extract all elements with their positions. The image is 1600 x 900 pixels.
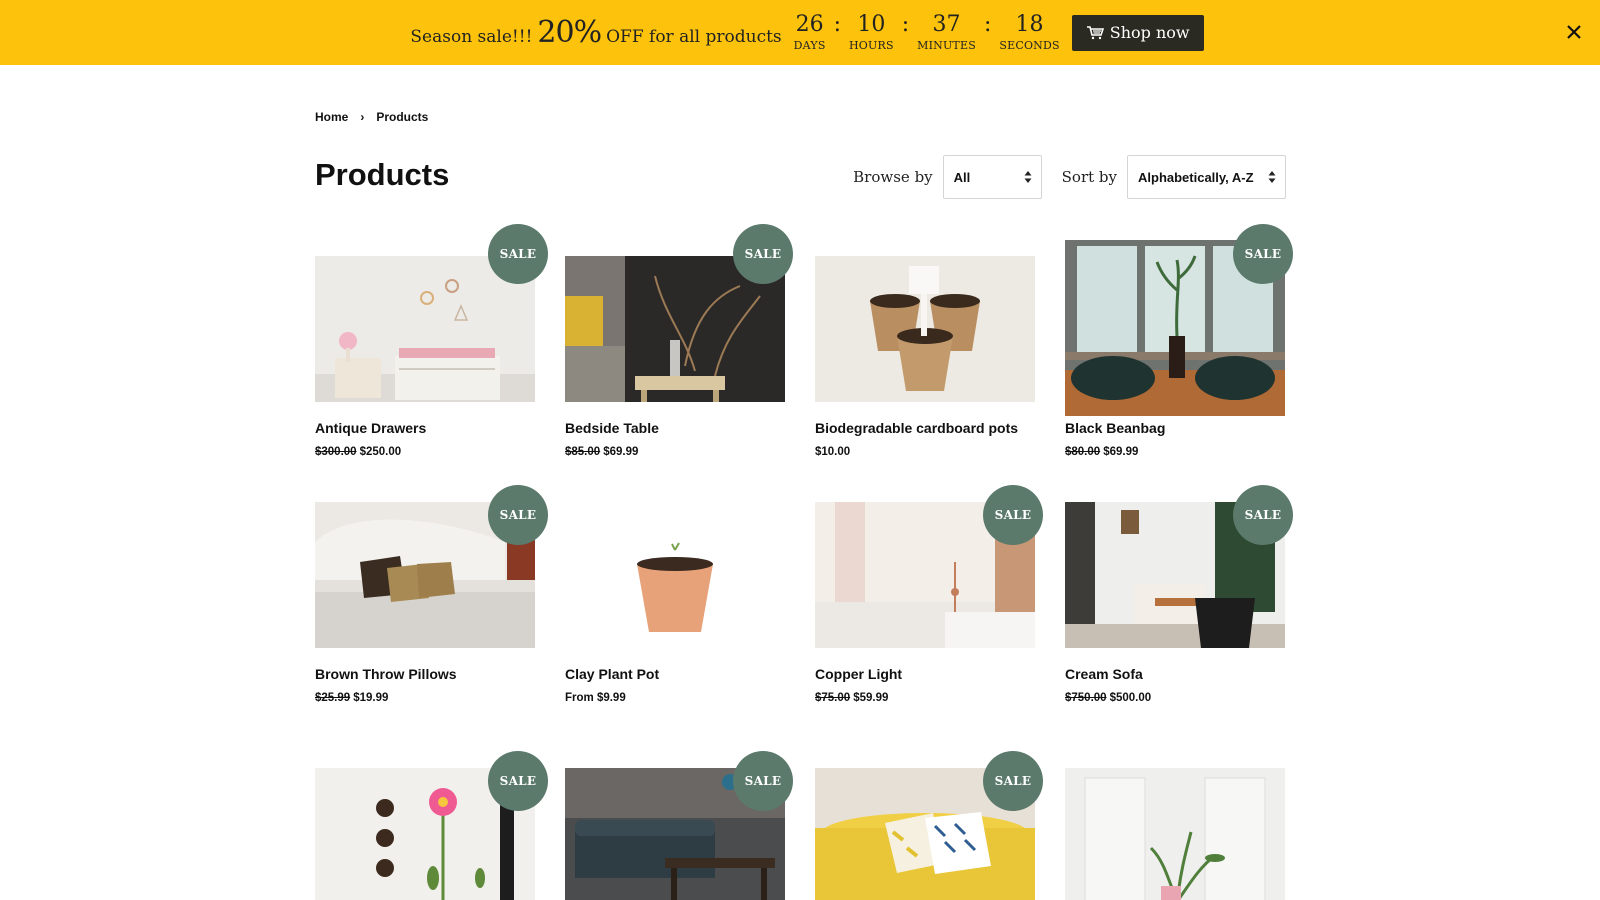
countdown-minutes: 37 MINUTES: [917, 11, 976, 53]
compare-at-price: $25.99: [315, 692, 351, 704]
product-card[interactable]: SALE: [315, 751, 548, 900]
breadcrumb-home-link[interactable]: Home: [315, 110, 348, 124]
sale-price: $500.00: [1109, 692, 1152, 704]
sale-badge: SALE: [983, 485, 1043, 545]
sale-price: $59.99: [853, 692, 889, 704]
sale-price: $69.99: [603, 446, 639, 458]
sale-price: $19.99: [353, 692, 389, 704]
countdown-hours-value: 10: [857, 11, 886, 37]
announcement-content: Season sale!!! 20% OFF for all products …: [396, 0, 1204, 65]
product-title[interactable]: Cream Sofa: [1065, 666, 1143, 682]
cart-icon: [1086, 25, 1104, 39]
product-card[interactable]: SALE Antique Drawers $300.00 $250.00: [315, 224, 548, 470]
product-card[interactable]: Clay Plant Pot From $9.99: [565, 496, 785, 736]
compare-at-price: $80.00: [1065, 446, 1101, 458]
countdown-separator: :: [833, 11, 841, 37]
product-card[interactable]: SALE Brown Throw Pillows $25.99 $19.99: [315, 485, 548, 736]
page-title: Products: [315, 157, 450, 192]
product-title[interactable]: Brown Throw Pillows: [315, 666, 457, 682]
countdown-seconds-label: SECONDS: [999, 38, 1060, 52]
sale-badge: SALE: [733, 751, 793, 811]
product-card[interactable]: SALE Black Beanbag $80.00 $69.99: [1065, 224, 1293, 470]
product-image[interactable]: [815, 256, 1035, 402]
sale-price: $69.99: [1103, 446, 1139, 458]
sale-badge: SALE: [1233, 485, 1293, 545]
sale-badge: SALE: [488, 751, 548, 811]
countdown-minutes-value: 37: [932, 11, 961, 37]
announcement-bar: Season sale!!! 20% OFF for all products …: [0, 0, 1600, 65]
product-title[interactable]: Antique Drawers: [315, 420, 426, 436]
sale-badge: SALE: [488, 485, 548, 545]
product-price: $85.00 $69.99: [565, 446, 638, 458]
product-card[interactable]: Biodegradable cardboard pots $10.00: [815, 230, 1035, 470]
product-title[interactable]: Bedside Table: [565, 420, 659, 436]
sort-by-select[interactable]: Alphabetically, A-Z: [1127, 155, 1286, 199]
product-title[interactable]: Biodegradable cardboard pots: [815, 420, 1018, 436]
countdown-hours: 10 HOURS: [849, 11, 894, 53]
product-title[interactable]: Black Beanbag: [1065, 420, 1165, 436]
sale-badge: SALE: [983, 751, 1043, 811]
product-price: $75.00 $59.99: [815, 692, 888, 704]
product-card[interactable]: [1065, 762, 1285, 900]
countdown-days: 26 DAYS: [793, 11, 826, 53]
countdown-separator: :: [901, 11, 910, 37]
browse-by-label: Browse by: [853, 168, 933, 186]
browse-by-select[interactable]: All: [942, 155, 1042, 199]
product-card[interactable]: SALE Cream Sofa $750.00 $500.00: [1065, 485, 1293, 736]
product-card[interactable]: SALE: [815, 751, 1043, 900]
promo-percent: 20%: [537, 15, 602, 50]
product-image[interactable]: [1065, 768, 1285, 900]
select-arrows-icon: [1024, 171, 1032, 183]
product-image[interactable]: [565, 502, 785, 648]
product-card[interactable]: SALE Bedside Table $85.00 $69.99: [565, 224, 793, 470]
product-card[interactable]: SALE Copper Light $75.00 $59.99: [815, 485, 1043, 736]
breadcrumb-separator: ›: [360, 110, 365, 124]
shop-now-label: Shop now: [1109, 23, 1190, 42]
sale-price: $250.00: [359, 446, 402, 458]
promo-message: Season sale!!! 20% OFF for all products: [410, 15, 781, 50]
product-price: $25.99 $19.99: [315, 692, 388, 704]
product-price: $80.00 $69.99: [1065, 446, 1138, 458]
compare-at-price: $750.00: [1065, 692, 1107, 704]
product-card[interactable]: SALE: [565, 751, 793, 900]
regular-price: $10.00: [815, 446, 851, 458]
shop-now-button[interactable]: Shop now: [1071, 14, 1204, 51]
compare-at-price: $85.00: [565, 446, 601, 458]
sort-by-value: Alphabetically, A-Z: [1138, 169, 1254, 185]
countdown-seconds-value: 18: [1015, 11, 1044, 37]
browse-by-value: All: [953, 169, 971, 185]
select-arrows-icon: [1268, 171, 1276, 183]
compare-at-price: $300.00: [315, 446, 357, 458]
breadcrumb: Home › Products: [315, 110, 428, 124]
product-price: $750.00 $500.00: [1065, 692, 1151, 704]
product-title[interactable]: Copper Light: [815, 666, 902, 682]
compare-at-price: $75.00: [815, 692, 851, 704]
product-price: $10.00: [815, 446, 850, 458]
countdown-days-value: 26: [795, 11, 824, 37]
countdown-hours-label: HOURS: [849, 38, 894, 52]
product-title[interactable]: Clay Plant Pot: [565, 666, 659, 682]
product-price: From $9.99: [565, 692, 626, 704]
sort-by-label: Sort by: [1061, 168, 1117, 186]
sale-badge: SALE: [1233, 224, 1293, 284]
breadcrumb-current: Products: [376, 110, 429, 124]
sale-badge: SALE: [733, 224, 793, 284]
countdown-days-label: DAYS: [793, 38, 826, 52]
countdown-minutes-label: MINUTES: [917, 38, 976, 52]
product-price: $300.00 $250.00: [315, 446, 401, 458]
countdown-separator: :: [983, 11, 992, 37]
collection-filters: Browse by All Sort by Alphabetically, A-…: [853, 155, 1286, 199]
countdown-seconds: 18 SECONDS: [999, 11, 1060, 53]
countdown-timer: 26 DAYS : 10 HOURS : 37 MINUTES : 18 SEC…: [793, 11, 1060, 53]
regular-price: From $9.99: [565, 692, 626, 704]
close-icon[interactable]: [1564, 22, 1584, 42]
promo-tail: OFF for all products: [606, 27, 782, 47]
sale-badge: SALE: [488, 224, 548, 284]
promo-lead: Season sale!!!: [410, 27, 533, 47]
